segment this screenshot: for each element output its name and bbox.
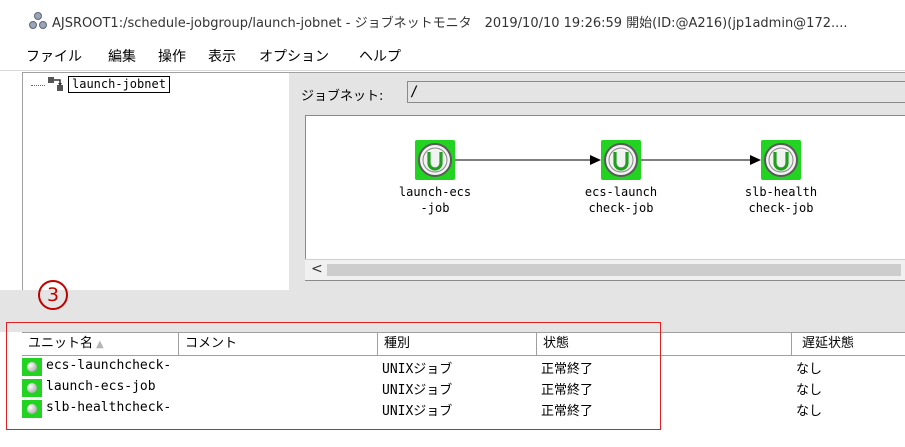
cell-status: 正常終了 bbox=[541, 404, 594, 419]
column-delay[interactable]: 遅延状態 bbox=[792, 333, 905, 355]
jobnet-path-field[interactable]: / bbox=[407, 81, 905, 103]
unix-job-icon[interactable] bbox=[601, 140, 641, 180]
job-label-slb-health-check-job: slb-health check-job bbox=[744, 185, 818, 215]
cell-delay: なし bbox=[796, 362, 823, 377]
unit-list: ユニット名 ▲ コメント 種別 状態 遅延状態 ecs-launchcheck- … bbox=[22, 332, 905, 447]
horizontal-scrollbar[interactable]: < bbox=[305, 259, 905, 280]
column-label-comment: コメント bbox=[185, 336, 238, 351]
cell-unit: launch-ecs-job bbox=[46, 379, 156, 394]
cell-unit: slb-healthcheck- bbox=[46, 400, 172, 415]
title-bar: AJSROOT1:/schedule-jobgroup/launch-jobne… bbox=[0, 0, 905, 40]
jobnet-map-pane: ジョブネット: / launch-ecs -job ecs-launch che… bbox=[289, 72, 905, 291]
scroll-left-arrow-icon[interactable]: < bbox=[311, 261, 323, 277]
menu-file[interactable]: ファイル bbox=[26, 46, 82, 66]
flow-arrowhead-1 bbox=[590, 155, 601, 165]
column-label-type: 種別 bbox=[384, 336, 411, 351]
jobnet-app-icon bbox=[29, 12, 47, 29]
cell-type: UNIXジョブ bbox=[382, 404, 453, 419]
map-canvas[interactable]: launch-ecs -job ecs-launch check-job slb… bbox=[305, 115, 905, 281]
cell-unit: ecs-launchcheck- bbox=[46, 358, 172, 373]
column-comment[interactable]: コメント bbox=[179, 333, 378, 355]
menu-bar: ファイル 編集 操作 表示 オプション ヘルプ bbox=[0, 40, 905, 71]
column-status[interactable]: 状態 bbox=[537, 333, 792, 355]
job-label-ecs-launch-check-job: ecs-launch check-job bbox=[584, 185, 658, 215]
unix-job-icon[interactable] bbox=[761, 140, 801, 180]
unit-tree[interactable]: launch-jobnet bbox=[22, 72, 290, 292]
job-status-icon bbox=[22, 379, 42, 397]
unix-job-icon[interactable] bbox=[415, 140, 455, 180]
job-status-icon bbox=[22, 358, 42, 376]
column-label-delay: 遅延状態 bbox=[802, 336, 855, 351]
menu-options[interactable]: オプション bbox=[259, 46, 329, 66]
menu-help[interactable]: ヘルプ bbox=[359, 46, 401, 66]
annotation-marker: 3 bbox=[38, 280, 68, 310]
cell-status: 正常終了 bbox=[541, 383, 594, 398]
menu-operation[interactable]: 操作 bbox=[158, 46, 186, 66]
column-type[interactable]: 種別 bbox=[378, 333, 537, 355]
cell-type: UNIXジョブ bbox=[382, 362, 453, 377]
menu-edit[interactable]: 編集 bbox=[108, 46, 136, 66]
window-title: AJSROOT1:/schedule-jobgroup/launch-jobne… bbox=[52, 16, 848, 31]
table-row[interactable]: launch-ecs-job UNIXジョブ 正常終了 なし bbox=[22, 377, 905, 398]
sort-ascending-icon: ▲ bbox=[96, 339, 104, 350]
cell-type: UNIXジョブ bbox=[382, 383, 453, 398]
column-label-unit-name: ユニット名 bbox=[28, 336, 94, 351]
cell-delay: なし bbox=[796, 383, 823, 398]
table-row[interactable]: ecs-launchcheck- UNIXジョブ 正常終了 なし bbox=[22, 356, 905, 377]
job-status-icon bbox=[22, 400, 42, 418]
list-header: ユニット名 ▲ コメント 種別 状態 遅延状態 bbox=[22, 332, 905, 356]
tree-connector bbox=[31, 85, 45, 86]
column-label-status: 状態 bbox=[543, 336, 570, 351]
tree-item-launch-jobnet[interactable]: launch-jobnet bbox=[68, 76, 170, 93]
jobnet-node-icon bbox=[48, 77, 63, 91]
job-label-launch-ecs-job: launch-ecs -job bbox=[398, 185, 472, 215]
jobnet-field-label: ジョブネット: bbox=[301, 89, 384, 104]
scroll-thumb[interactable] bbox=[327, 264, 901, 276]
column-unit-name[interactable]: ユニット名 ▲ bbox=[22, 333, 179, 355]
menu-view[interactable]: 表示 bbox=[208, 46, 236, 66]
table-row[interactable]: slb-healthcheck- UNIXジョブ 正常終了 なし bbox=[22, 398, 905, 419]
cell-delay: なし bbox=[796, 404, 823, 419]
cell-status: 正常終了 bbox=[541, 362, 594, 377]
flow-arrowhead-2 bbox=[750, 155, 761, 165]
splitter-band[interactable] bbox=[0, 290, 905, 332]
